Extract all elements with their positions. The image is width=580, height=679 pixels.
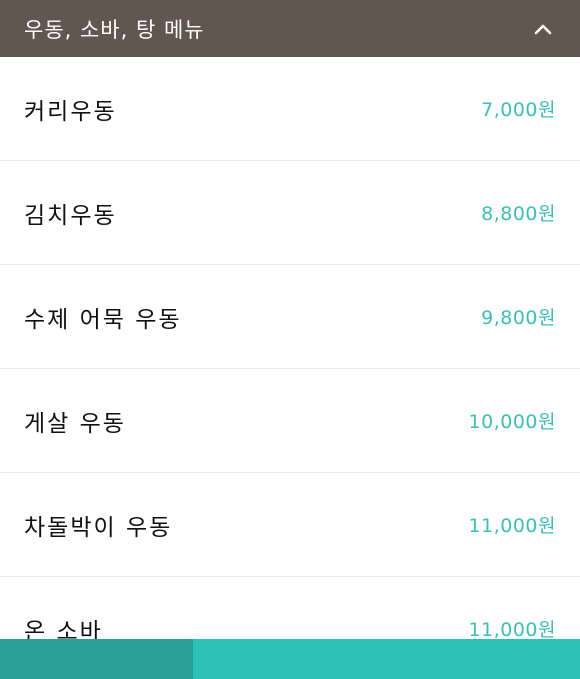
menu-page: 우동, 소바, 탕 메뉴 커리우동 7,000원 김치우동 8,800원 수제 …	[0, 0, 580, 679]
menu-item[interactable]: 김치우동 8,800원	[0, 161, 580, 265]
menu-item-price: 11,000원	[468, 619, 556, 641]
menu-item-name: 게살 우동	[24, 410, 126, 437]
menu-item[interactable]: 커리우동 7,000원	[0, 57, 580, 161]
menu-item-price: 9,800원	[481, 307, 556, 329]
menu-item-name: 커리우동	[24, 98, 117, 125]
menu-item[interactable]: 게살 우동 10,000원	[0, 369, 580, 473]
collapse-button[interactable]	[528, 14, 558, 44]
menu-item-price: 8,800원	[481, 203, 556, 225]
bottom-right-button[interactable]	[193, 639, 580, 679]
menu-item[interactable]: 차돌박이 우동 11,000원	[0, 473, 580, 577]
menu-item-price: 11,000원	[468, 515, 556, 537]
menu-item-price: 10,000원	[468, 411, 556, 433]
category-header[interactable]: 우동, 소바, 탕 메뉴	[0, 0, 580, 57]
bottom-left-button[interactable]	[0, 639, 193, 679]
menu-item-name: 김치우동	[24, 202, 117, 229]
menu-item-name: 차돌박이 우동	[24, 514, 173, 541]
menu-item-name: 수제 어묵 우동	[24, 306, 182, 333]
category-title: 우동, 소바, 탕 메뉴	[24, 17, 205, 42]
menu-list: 커리우동 7,000원 김치우동 8,800원 수제 어묵 우동 9,800원 …	[0, 57, 580, 679]
bottom-action-bar	[0, 639, 580, 679]
chevron-up-icon	[534, 24, 552, 34]
menu-item-price: 7,000원	[481, 99, 556, 121]
menu-item[interactable]: 수제 어묵 우동 9,800원	[0, 265, 580, 369]
